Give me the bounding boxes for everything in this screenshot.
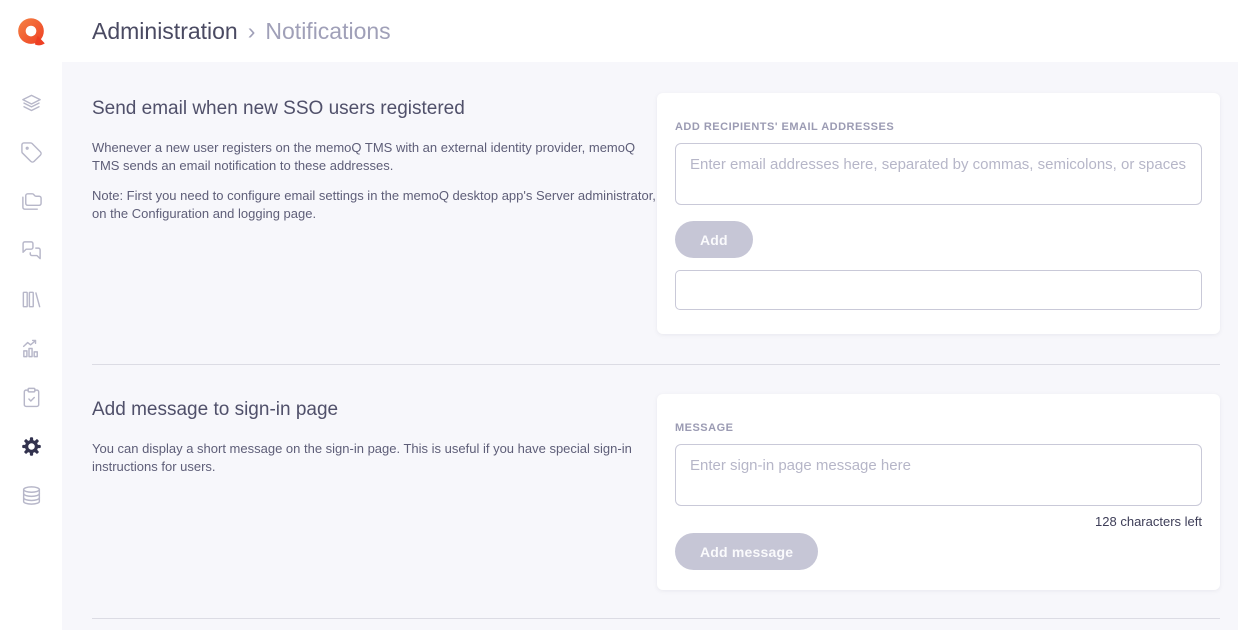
- memoq-logo[interactable]: [12, 13, 50, 51]
- bottom-divider: [92, 618, 1220, 619]
- characters-left-counter: 128 characters left: [675, 514, 1202, 529]
- signin-message-panel: MESSAGE 128 characters left Add message: [657, 394, 1220, 590]
- header: Administration › Notifications: [62, 0, 1238, 62]
- signin-message-description: Add message to sign-in page You can disp…: [92, 394, 657, 488]
- sidebar-nav: [20, 92, 43, 507]
- sidebar-item-tasks[interactable]: [20, 386, 43, 409]
- sso-email-description: Send email when new SSO users registered…: [92, 93, 657, 235]
- statistics-icon: [20, 337, 43, 360]
- signin-message-title: Add message to sign-in page: [92, 399, 657, 421]
- sidebar-item-folders[interactable]: [20, 190, 43, 213]
- folders-icon: [20, 190, 43, 213]
- sso-email-title: Send email when new SSO users registered: [92, 98, 657, 120]
- tag-icon: [20, 141, 43, 164]
- sidebar-item-tags[interactable]: [20, 141, 43, 164]
- breadcrumb: Administration › Notifications: [92, 18, 391, 45]
- breadcrumb-separator-icon: ›: [248, 18, 256, 45]
- sidebar-item-reports[interactable]: [20, 337, 43, 360]
- sidebar-item-discussions[interactable]: [20, 239, 43, 262]
- signin-message-section: Add message to sign-in page You can disp…: [92, 365, 1220, 590]
- chat-bubbles-icon: [20, 239, 43, 262]
- sidebar-item-resources[interactable]: [20, 288, 43, 311]
- signin-message-body-1: You can display a short message on the s…: [92, 440, 657, 475]
- sso-email-panel: ADD RECIPIENTS' EMAIL ADDRESSES Add: [657, 93, 1220, 334]
- sidebar: [0, 0, 62, 630]
- sidebar-item-layers[interactable]: [20, 92, 43, 115]
- database-icon: [20, 484, 43, 507]
- memoq-logo-icon: [12, 13, 50, 51]
- sso-email-body-1: Whenever a new user registers on the mem…: [92, 139, 657, 174]
- clipboard-check-icon: [20, 386, 43, 409]
- library-icon: [20, 288, 43, 311]
- breadcrumb-administration[interactable]: Administration: [92, 18, 238, 45]
- sso-email-body-2: Note: First you need to configure email …: [92, 187, 657, 222]
- sidebar-item-administration[interactable]: [20, 435, 43, 458]
- gear-icon: [20, 435, 43, 458]
- email-addresses-input[interactable]: [675, 143, 1202, 205]
- sidebar-item-storage[interactable]: [20, 484, 43, 507]
- recipients-list: [675, 270, 1202, 310]
- main-content: Send email when new SSO users registered…: [62, 62, 1238, 630]
- signin-message-input[interactable]: [675, 444, 1202, 506]
- add-message-button[interactable]: Add message: [675, 533, 818, 570]
- breadcrumb-notifications: Notifications: [265, 18, 390, 45]
- layers-icon: [20, 92, 43, 115]
- sso-email-section: Send email when new SSO users registered…: [92, 62, 1220, 334]
- add-recipients-button[interactable]: Add: [675, 221, 753, 258]
- message-label: MESSAGE: [675, 422, 1202, 434]
- email-addresses-label: ADD RECIPIENTS' EMAIL ADDRESSES: [675, 121, 1202, 133]
